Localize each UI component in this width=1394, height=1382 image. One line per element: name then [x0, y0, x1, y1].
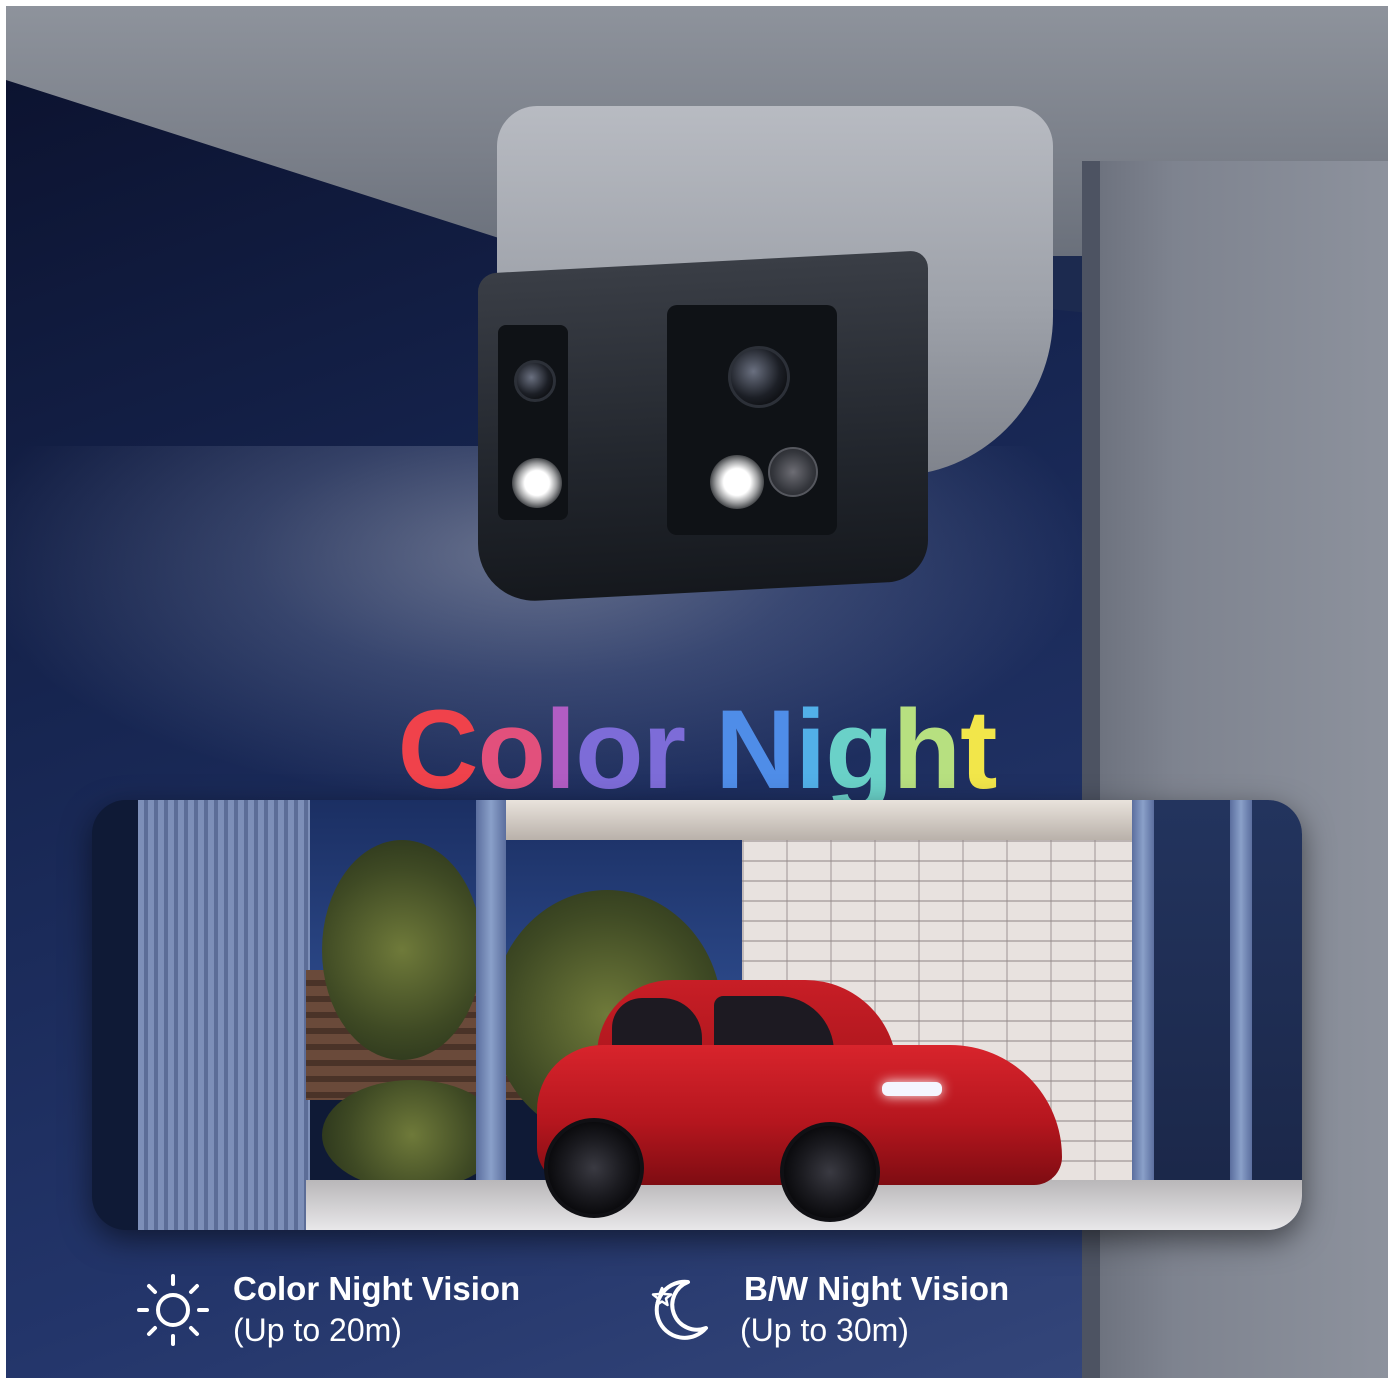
color-night-photo — [92, 800, 1302, 1230]
feature-color-night: Color Night Vision (Up to 20m) — [133, 1260, 553, 1370]
feature-title: Color Night Vision — [233, 1270, 521, 1307]
dark-background-right — [1142, 800, 1302, 1230]
bush — [322, 1080, 502, 1190]
feature-row: Color Night Vision (Up to 20m) B/W Night… — [0, 1260, 1394, 1370]
left-spotlight — [512, 458, 562, 508]
headline: Color Night — [0, 690, 1394, 810]
carport-post — [1230, 800, 1252, 1230]
car-headlight — [882, 1082, 942, 1096]
carport-post — [476, 800, 506, 1230]
right-lens — [728, 346, 790, 408]
moon-star-icon — [651, 1279, 708, 1340]
feature-title: B/W Night Vision — [744, 1270, 1010, 1307]
slat-wall — [138, 800, 310, 1230]
right-spotlight — [710, 455, 764, 509]
sun-icon — [137, 1274, 209, 1346]
car-wheel — [780, 1122, 880, 1222]
tree — [322, 840, 482, 1060]
carport-post — [1132, 800, 1154, 1230]
feature-subtitle: (Up to 30m) — [740, 1312, 909, 1348]
car-wheel — [544, 1118, 644, 1218]
ir-sensor — [768, 447, 818, 497]
headline-word-color: Color — [397, 687, 686, 812]
headline-word-night: Night — [715, 687, 997, 812]
left-lens — [514, 360, 556, 402]
feature-bw-night: B/W Night Vision (Up to 30m) — [640, 1260, 1060, 1370]
feature-subtitle: (Up to 20m) — [233, 1312, 402, 1348]
